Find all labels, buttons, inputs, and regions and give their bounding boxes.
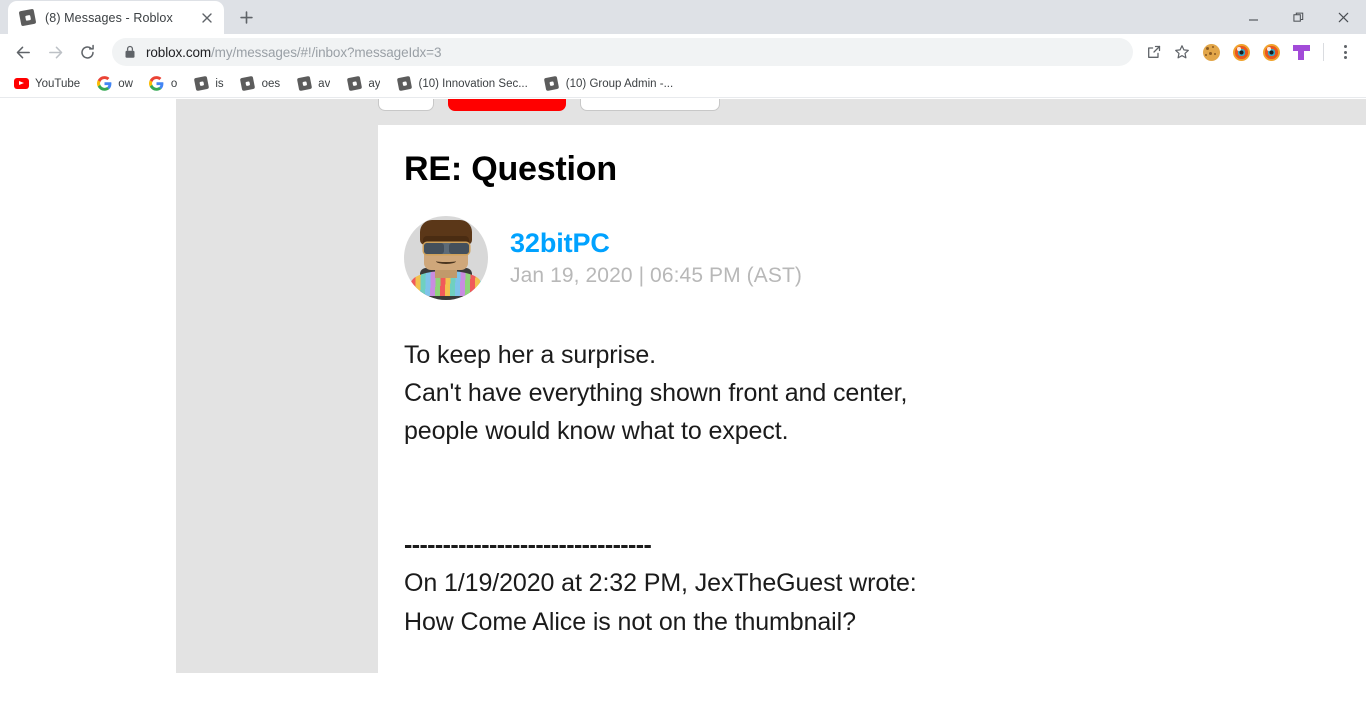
bookmark-item[interactable]: ay [339,72,387,96]
address-path: /my/messages/#!/inbox?messageIdx=3 [211,44,442,60]
bookmark-item[interactable]: is [186,72,230,96]
roblox-icon [18,8,37,26]
cookie-extension-icon[interactable] [1197,38,1225,66]
share-icon[interactable] [1141,39,1167,65]
address-host: roblox.com [146,44,212,60]
bookmarks-bar: YouTube ow o is oes av ay (10) Innovatio… [0,70,1366,98]
bookmark-item[interactable]: (10) Group Admin -... [537,72,680,96]
bookmark-label: (10) Innovation Sec... [418,77,528,90]
lock-icon [124,45,136,59]
browser-toolbar: roblox.com/my/messages/#!/inbox?messageI… [0,34,1366,70]
eye-extension-icon[interactable] [1227,38,1255,66]
minimize-icon[interactable] [1231,0,1276,34]
bookmark-label: (10) Group Admin -... [565,77,674,90]
eye-extension-icon-2[interactable] [1257,38,1285,66]
browser-window: (8) Messages - Roblox roblox.com/my/mess… [0,0,1366,712]
address-bar[interactable]: roblox.com/my/messages/#!/inbox?messageI… [112,38,1133,66]
bookmark-label: oes [261,77,281,90]
avatar[interactable] [404,215,488,300]
message-card: RE: Question 32bitPC Jan 19, 2020 | 06:4… [378,125,1366,712]
roblox-icon [346,75,362,92]
bookmark-label: ow [118,77,133,90]
quoted-message: On 1/19/2020 at 2:32 PM, JexTheGuest wro… [404,568,917,636]
window-controls [1231,0,1366,34]
forward-arrow-icon[interactable] [40,37,70,67]
google-icon [96,76,112,92]
message-timestamp: Jan 19, 2020 | 06:45 PM (AST) [510,263,803,287]
tab-strip: (8) Messages - Roblox [0,0,1366,34]
bookmark-label: YouTube [35,77,81,90]
close-icon[interactable] [1321,0,1366,34]
message-action-button-1[interactable] [378,99,434,111]
bookmark-label: o [170,77,178,90]
purple-t-extension-icon[interactable] [1287,38,1315,66]
bookmark-label: ay [368,77,381,90]
bookmark-item[interactable]: av [289,72,337,96]
bookmark-item[interactable]: ow [89,72,140,96]
new-tab-button[interactable] [232,3,260,31]
tab-title: (8) Messages - Roblox [45,10,173,25]
close-icon[interactable] [198,9,216,27]
roblox-icon [296,75,312,92]
message-action-buttons [378,99,720,111]
reload-icon[interactable] [72,37,102,67]
bookmark-item[interactable]: YouTube [6,72,87,96]
roblox-icon [396,75,413,92]
roblox-icon [240,75,256,92]
message-subject: RE: Question [404,150,617,188]
bookmark-item[interactable]: o [142,72,184,96]
google-icon [149,76,165,92]
message-sender: 32bitPC Jan 19, 2020 | 06:45 PM (AST) [404,215,1366,300]
browser-tab-messages[interactable]: (8) Messages - Roblox [8,1,224,34]
bookmark-item[interactable]: (10) Innovation Sec... [389,72,534,96]
maximize-icon[interactable] [1276,0,1321,34]
bookmark-label: is [215,77,224,90]
page-viewport: RE: Question 32bitPC Jan 19, 2020 | 06:4… [0,99,1366,712]
youtube-icon [13,76,29,92]
sender-username-link[interactable]: 32bitPC [510,229,802,257]
toolbar-divider [1323,43,1324,61]
bookmark-star-icon[interactable] [1169,39,1195,65]
message-body: To keep her a surprise. Can't have every… [404,340,908,445]
bookmark-label: av [318,77,331,90]
message-action-button-reply[interactable] [448,99,566,111]
messages-page-background: RE: Question 32bitPC Jan 19, 2020 | 06:4… [176,99,1366,712]
bookmark-item[interactable]: oes [233,72,288,96]
roblox-icon [544,75,560,92]
three-dot-menu-icon[interactable] [1332,39,1358,65]
address-bar-text: roblox.com/my/messages/#!/inbox?messageI… [146,45,441,60]
sender-meta: 32bitPC Jan 19, 2020 | 06:45 PM (AST) [510,229,803,287]
back-arrow-icon[interactable] [8,37,38,67]
message-action-button-3[interactable] [580,99,720,111]
quote-separator: -------------------------------- [404,530,652,559]
roblox-icon [193,75,209,92]
